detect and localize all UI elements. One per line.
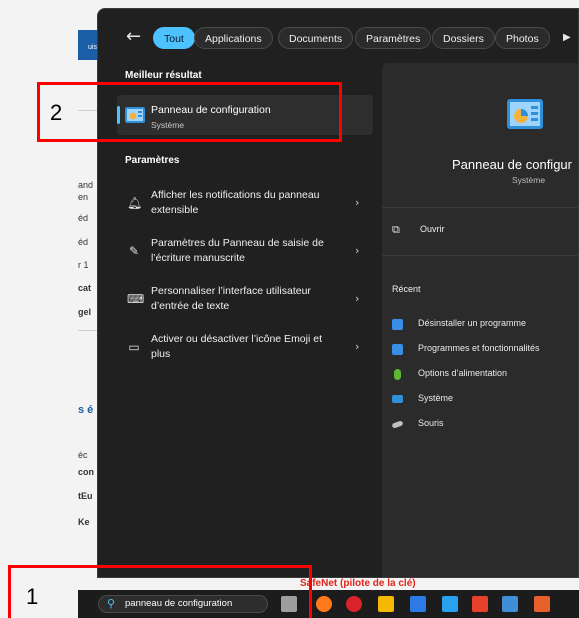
calculator-icon[interactable] bbox=[502, 596, 518, 612]
recent-item-label: Options d’alimentation bbox=[418, 368, 508, 378]
details-subtitle: Système bbox=[512, 175, 546, 185]
settings-item-label: Activer ou désactiver l’icône Emoji et p… bbox=[151, 333, 322, 360]
chevron-right-icon: › bbox=[355, 340, 360, 353]
power-icon bbox=[394, 369, 401, 380]
settings-item-emoji[interactable]: ▭ Activer ou désactiver l’icône Emoji et… bbox=[117, 327, 373, 371]
app-icon[interactable] bbox=[410, 596, 426, 612]
tab-folders[interactable]: Dossiers bbox=[432, 27, 495, 49]
recent-item-label: Système bbox=[418, 393, 454, 403]
keyboard-icon: ⌨ bbox=[127, 292, 145, 306]
control-panel-icon bbox=[392, 344, 403, 355]
background-text: en bbox=[78, 192, 89, 202]
background-text: gel bbox=[78, 307, 92, 317]
tab-applications[interactable]: Applications bbox=[194, 27, 273, 49]
settings-heading: Paramètres bbox=[125, 155, 180, 166]
background-text: Ke bbox=[78, 517, 90, 527]
control-panel-large-icon bbox=[507, 99, 543, 129]
recent-item-label: Souris bbox=[418, 418, 444, 428]
safenet-banner: SafeNet (pilote de la clé) bbox=[300, 578, 416, 589]
settings-item-label: Afficher les notifications du panneau ex… bbox=[151, 189, 320, 216]
computer-icon bbox=[392, 395, 403, 403]
pen-icon: ✎ bbox=[128, 244, 140, 258]
more-tabs-icon[interactable]: ▶ bbox=[563, 27, 577, 49]
highlight-box-2 bbox=[37, 82, 342, 142]
background-divider bbox=[78, 330, 98, 331]
firefox-icon[interactable] bbox=[316, 596, 332, 612]
annotation-label-1: 1 bbox=[26, 584, 39, 609]
recent-item-label: Programmes et fonctionnalités bbox=[418, 343, 540, 353]
divider bbox=[382, 207, 578, 208]
open-label: Ouvrir bbox=[420, 224, 445, 234]
recent-item[interactable]: Programmes et fonctionnalités bbox=[392, 342, 578, 358]
folder-icon[interactable] bbox=[378, 596, 394, 612]
settings-item-text-input[interactable]: ⌨ Personnaliser l’interface utilisateur … bbox=[117, 279, 373, 323]
recent-item[interactable]: Options d’alimentation bbox=[392, 367, 578, 383]
background-text: and bbox=[78, 180, 94, 190]
chevron-right-icon: › bbox=[355, 244, 360, 257]
chevron-right-icon: › bbox=[355, 196, 360, 209]
recent-item[interactable]: Désinstaller un programme bbox=[392, 317, 578, 333]
tab-photos[interactable]: Photos bbox=[495, 27, 550, 49]
divider bbox=[382, 255, 578, 256]
background-text: tEu bbox=[78, 491, 93, 501]
annotation-label-2: 2 bbox=[50, 100, 63, 125]
background-text: uis bbox=[88, 44, 97, 51]
bell-icon: 🔔︎ bbox=[127, 196, 143, 210]
app-icon[interactable] bbox=[346, 596, 362, 612]
details-pane: Panneau de configur Système ⧉ Ouvrir Réc… bbox=[382, 63, 578, 577]
recent-heading: Récent bbox=[392, 284, 421, 294]
mouse-icon bbox=[391, 420, 404, 429]
settings-item-label: Paramètres du Panneau de saisie de l’écr… bbox=[151, 237, 324, 264]
pdf-icon[interactable] bbox=[534, 596, 550, 612]
settings-item-handwriting[interactable]: ✎ Paramètres du Panneau de saisie de l’é… bbox=[117, 231, 373, 275]
back-arrow-icon[interactable]: ← bbox=[126, 23, 146, 53]
tab-settings[interactable]: Paramètres bbox=[355, 27, 432, 49]
chevron-right-icon: › bbox=[355, 292, 360, 305]
open-external-icon: ⧉ bbox=[392, 223, 400, 236]
details-title: Panneau de configur bbox=[452, 157, 572, 172]
background-text: con bbox=[78, 467, 95, 477]
recent-item[interactable]: Souris bbox=[391, 417, 578, 433]
settings-item-notifications[interactable]: 🔔︎ Afficher les notifications du panneau… bbox=[117, 183, 373, 227]
tab-all[interactable]: Tout bbox=[153, 27, 195, 49]
control-panel-icon bbox=[392, 319, 403, 330]
app-icon[interactable] bbox=[472, 596, 488, 612]
background-text: éc bbox=[78, 450, 88, 460]
tab-documents[interactable]: Documents bbox=[278, 27, 354, 49]
background-text: r 1 bbox=[78, 260, 89, 270]
background-heading: s é bbox=[78, 404, 94, 416]
filter-bar: ← Tout Applications Documents Paramètres… bbox=[98, 23, 578, 53]
emoji-panel-icon: ▭ bbox=[128, 340, 140, 354]
notepad-icon[interactable] bbox=[442, 596, 458, 612]
highlight-box-1 bbox=[8, 565, 312, 618]
background-text: cat bbox=[78, 283, 92, 293]
background-text: éd bbox=[78, 237, 89, 247]
settings-item-label: Personnaliser l’interface utilisateur d’… bbox=[151, 285, 311, 312]
recent-item[interactable]: Système bbox=[392, 392, 578, 408]
background-text: éd bbox=[78, 213, 89, 223]
recent-item-label: Désinstaller un programme bbox=[418, 318, 527, 328]
best-match-heading: Meilleur résultat bbox=[125, 70, 202, 81]
